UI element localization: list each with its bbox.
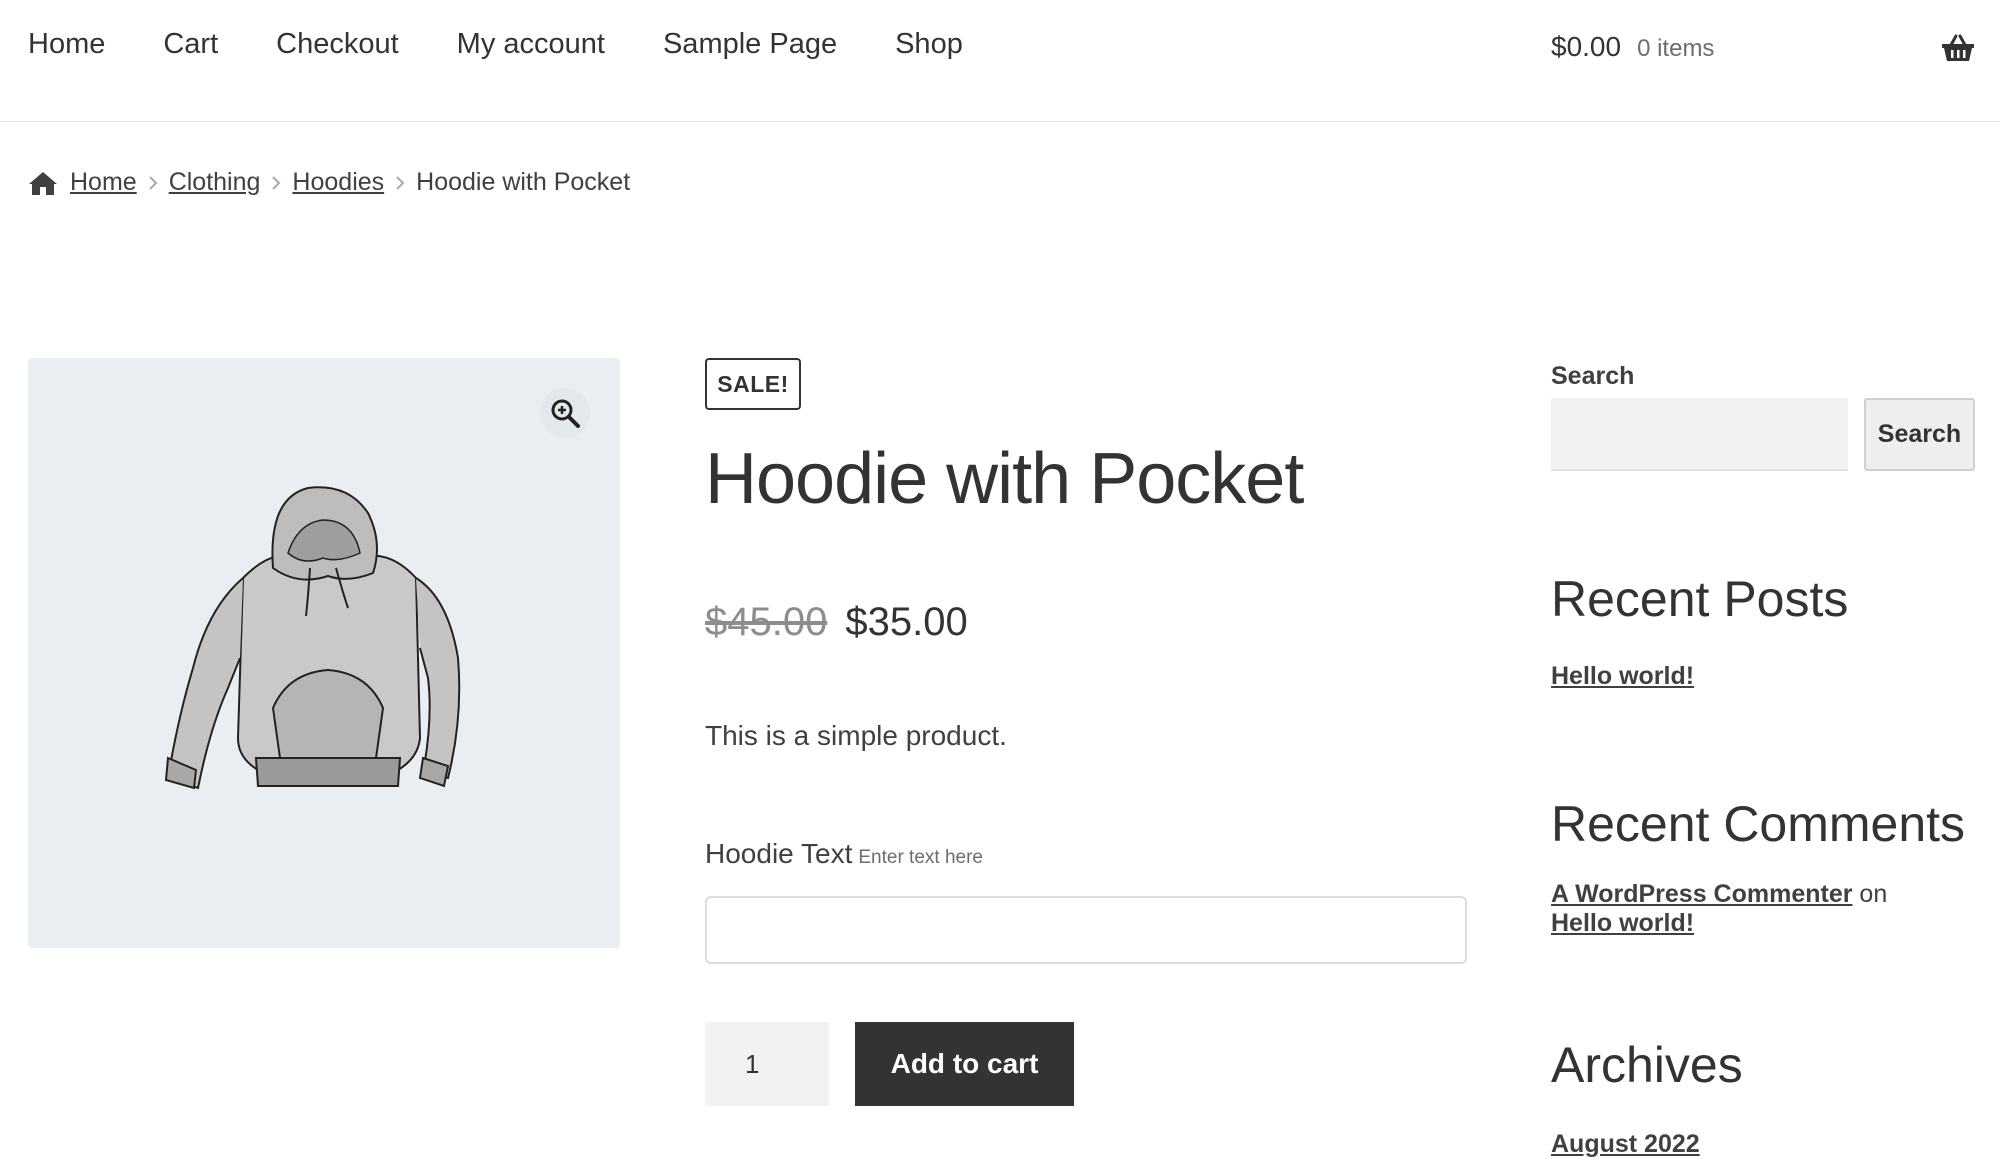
product-title: Hoodie with Pocket bbox=[705, 439, 1304, 519]
hoodie-illustration bbox=[164, 486, 461, 790]
hoodie-text-input[interactable] bbox=[705, 896, 1467, 964]
recent-comment: A WordPress Commenter on Hello world! bbox=[1551, 880, 1951, 938]
quantity-input[interactable] bbox=[705, 1022, 829, 1106]
price-original: $45.00 bbox=[705, 600, 828, 644]
chevron-right-icon bbox=[148, 175, 158, 190]
cart-count: 0 items bbox=[1637, 35, 1715, 62]
product-price: $45.00 $35.00 bbox=[705, 600, 968, 645]
nav-sample-page[interactable]: Sample Page bbox=[663, 28, 837, 61]
price-sale: $35.00 bbox=[845, 600, 968, 644]
zoom-button[interactable] bbox=[540, 388, 590, 438]
hoodie-text-hint: Enter text here bbox=[858, 847, 983, 868]
search-label: Search bbox=[1551, 362, 1635, 390]
nav-my-account[interactable]: My account bbox=[457, 28, 605, 61]
primary-nav: Home Cart Checkout My account Sample Pag… bbox=[28, 28, 1021, 61]
breadcrumb-hoodies[interactable]: Hoodies bbox=[292, 168, 384, 197]
add-to-cart-button[interactable]: Add to cart bbox=[855, 1022, 1074, 1106]
nav-cart[interactable]: Cart bbox=[163, 28, 218, 61]
recent-comments-title: Recent Comments bbox=[1551, 796, 1966, 852]
site-header: Home Cart Checkout My account Sample Pag… bbox=[0, 0, 2000, 122]
search-input[interactable] bbox=[1551, 398, 1848, 471]
hoodie-text-label-text: Hoodie Text bbox=[705, 838, 853, 869]
header-cart[interactable]: $0.00 0 items bbox=[1551, 31, 1714, 63]
recent-posts-title: Recent Posts bbox=[1551, 571, 1849, 627]
nav-home[interactable]: Home bbox=[28, 28, 105, 61]
home-icon bbox=[29, 171, 57, 195]
comment-post-link[interactable]: Hello world! bbox=[1551, 909, 1694, 937]
nav-checkout[interactable]: Checkout bbox=[276, 28, 399, 61]
breadcrumb-clothing[interactable]: Clothing bbox=[169, 168, 261, 197]
archives-title: Archives bbox=[1551, 1037, 1743, 1093]
breadcrumb-home[interactable]: Home bbox=[70, 168, 137, 197]
chevron-right-icon bbox=[396, 175, 405, 190]
recent-post-link[interactable]: Hello world! bbox=[1551, 662, 1694, 691]
breadcrumb: Home Clothing Hoodies Hoodie with Pocket bbox=[28, 168, 630, 197]
comment-on-text: on bbox=[1859, 880, 1888, 908]
basket-icon[interactable] bbox=[1941, 33, 1975, 63]
archive-link[interactable]: August 2022 bbox=[1551, 1130, 1700, 1159]
sale-badge: SALE! bbox=[705, 358, 801, 410]
zoom-in-icon bbox=[551, 399, 580, 428]
short-description: This is a simple product. bbox=[705, 720, 1007, 751]
cart-total: $0.00 bbox=[1551, 31, 1622, 62]
comment-author-link[interactable]: A WordPress Commenter bbox=[1551, 880, 1852, 908]
product-image[interactable] bbox=[28, 358, 620, 948]
breadcrumb-current: Hoodie with Pocket bbox=[416, 168, 631, 196]
search-button[interactable]: Search bbox=[1864, 398, 1975, 471]
chevron-right-icon bbox=[272, 175, 281, 190]
hoodie-text-label: Hoodie Text Enter text here bbox=[705, 838, 983, 870]
nav-shop[interactable]: Shop bbox=[895, 28, 963, 61]
